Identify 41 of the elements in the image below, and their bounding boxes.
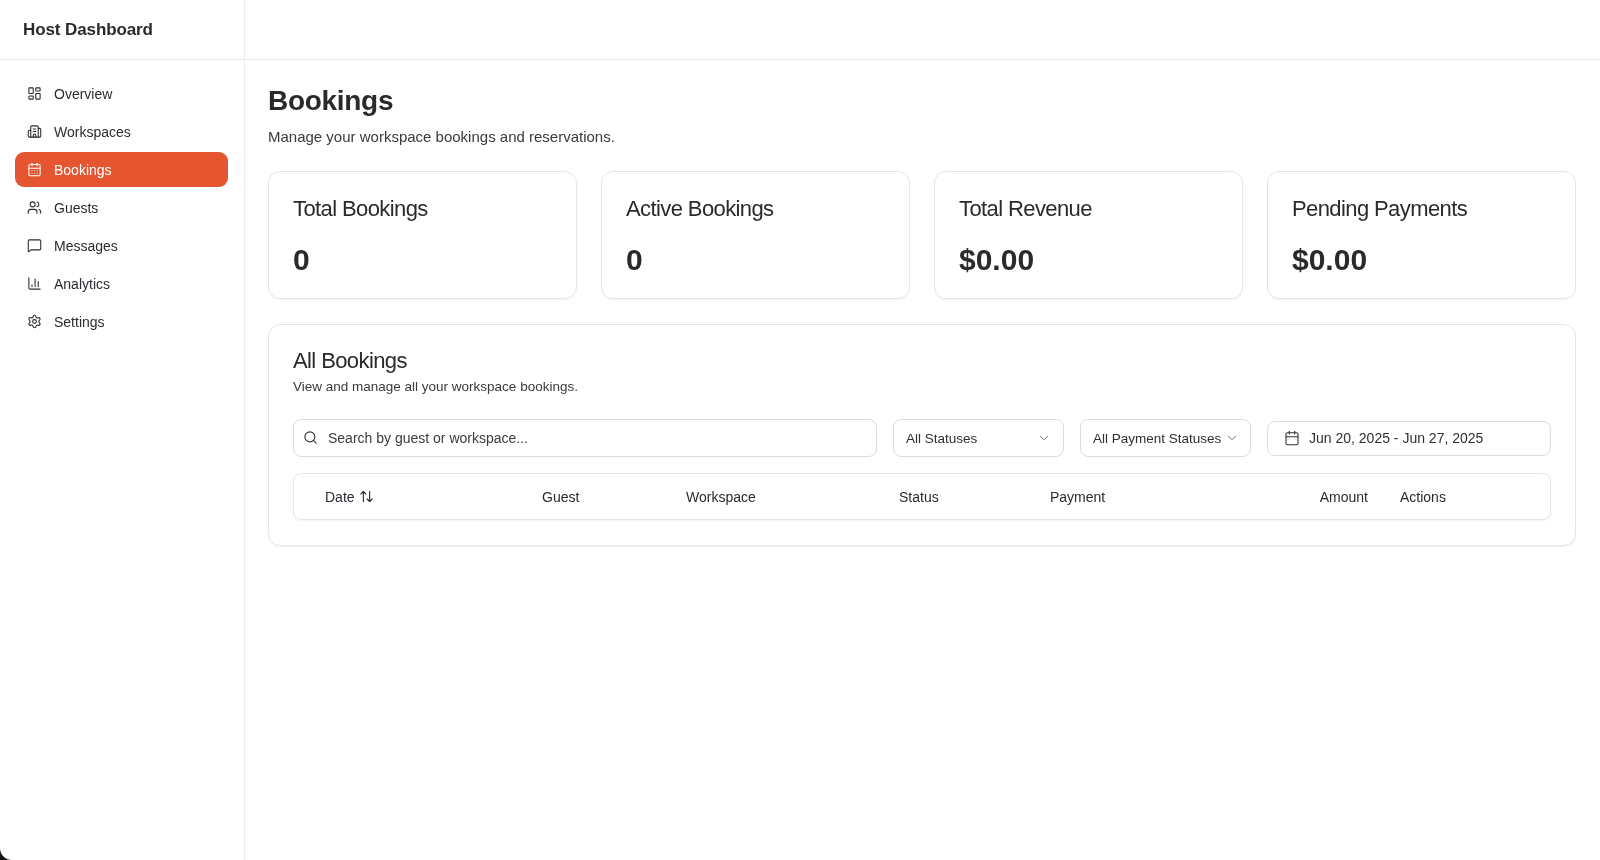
search-icon <box>303 430 318 445</box>
sidebar-item[interactable]: Messages <box>15 228 228 263</box>
stat-value: 0 <box>626 242 643 278</box>
filter-dropdown[interactable]: All Statuses <box>893 419 1064 457</box>
date-range-picker[interactable]: Jun 20, 2025 - Jun 27, 2025 <box>1267 420 1551 456</box>
column-header: Date <box>325 488 355 505</box>
users-icon <box>27 200 42 215</box>
page-subtitle: Manage your workspace bookings and reservations. <box>268 127 615 147</box>
sort-icon[interactable] <box>358 489 374 504</box>
calendar-icon <box>27 162 42 177</box>
sidebar-item[interactable]: Guests <box>15 190 228 225</box>
panel-subtitle: View and manage all your workspace bookings. <box>293 378 578 396</box>
chat-bubble-icon <box>27 238 42 253</box>
panel-title: All Bookings <box>293 348 407 374</box>
calendar-icon <box>1284 430 1300 446</box>
stat-label: Total Revenue <box>959 196 1092 222</box>
column-header: Payment <box>1050 488 1106 505</box>
dashboard-grid-icon <box>27 86 42 101</box>
app-title: Host Dashboard <box>23 19 153 40</box>
stat-value: $0.00 <box>1292 242 1368 278</box>
stat-value: $0.00 <box>959 242 1035 278</box>
sidebar-item[interactable]: Workspaces <box>15 114 228 149</box>
sidebar-item[interactable]: Bookings <box>15 152 228 187</box>
sidebar-item[interactable]: Settings <box>15 304 228 339</box>
sidebar-item[interactable]: Analytics <box>15 266 228 301</box>
filter-dropdown[interactable]: All Payment Statuses <box>1080 419 1251 457</box>
column-header: Workspace <box>686 488 756 505</box>
column-header: Amount <box>1319 488 1368 505</box>
search-field[interactable]: Search by guest or workspace... <box>293 419 877 457</box>
stat-label: Active Bookings <box>626 196 774 222</box>
stat-label: Pending Payments <box>1292 196 1468 222</box>
settings-icon <box>27 314 42 329</box>
page-title: Bookings <box>268 84 394 118</box>
column-header: Guest <box>542 488 580 505</box>
stat-value: 0 <box>293 242 310 278</box>
building-icon <box>27 124 42 139</box>
column-header: Actions <box>1400 488 1446 505</box>
bar-chart-icon <box>27 276 42 291</box>
column-header: Status <box>899 488 939 505</box>
sidebar-item[interactable]: Overview <box>15 76 228 111</box>
stat-label: Total Bookings <box>293 196 428 222</box>
